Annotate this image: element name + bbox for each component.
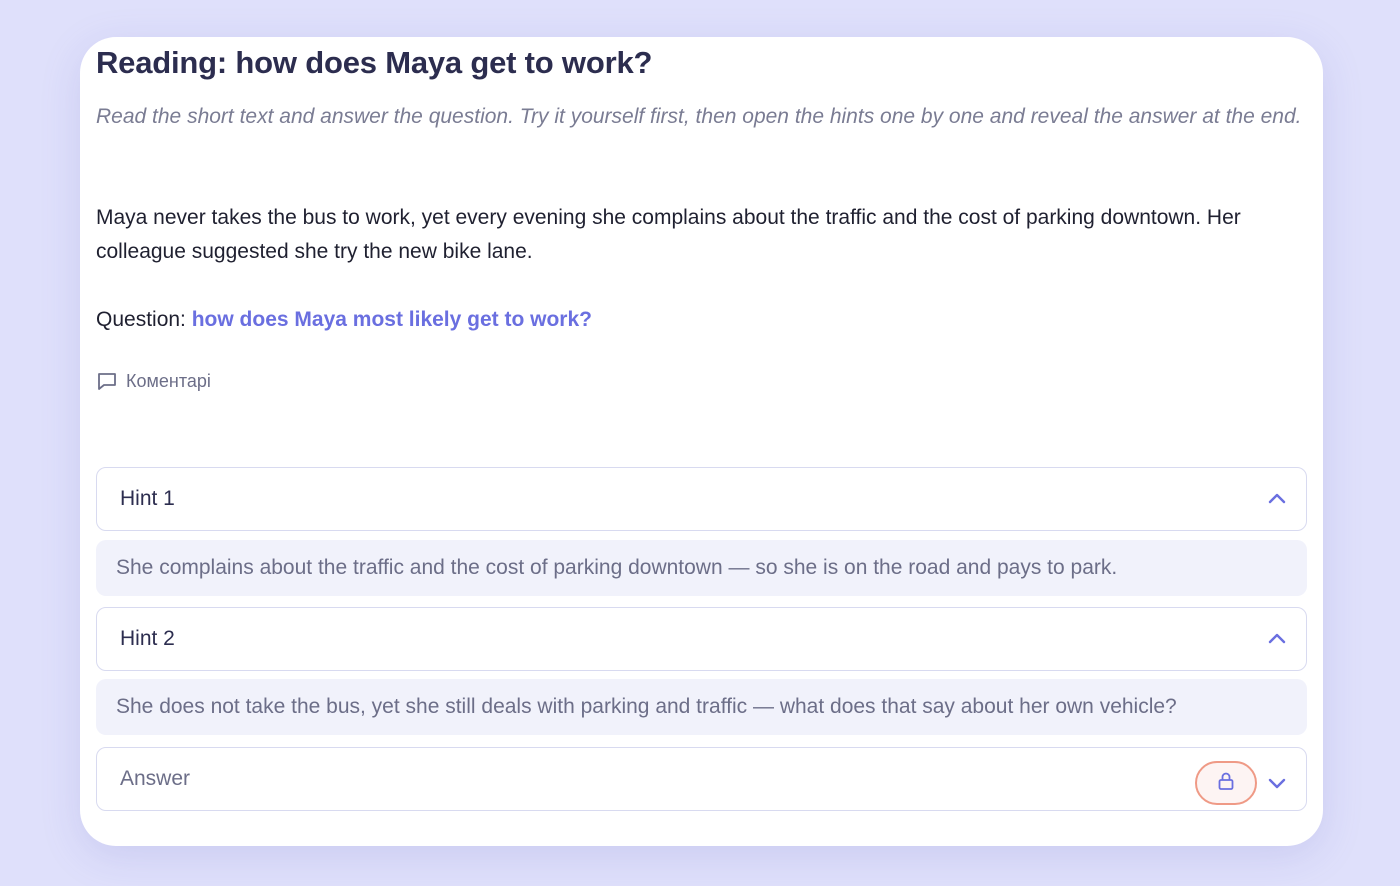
instructions: Read the short text and answer the quest… <box>96 105 1302 128</box>
hint-2-content: She does not take the bus, yet she still… <box>96 679 1307 735</box>
hint-1-header[interactable]: Hint 1 <box>96 467 1307 531</box>
question-link[interactable]: how does Maya most likely get to work? <box>192 308 592 331</box>
hint-1-label: Hint 1 <box>120 487 175 510</box>
answer-label: Answer <box>120 767 191 790</box>
lock-icon <box>1215 770 1237 797</box>
reading-text: Maya never takes the bus to work, yet ev… <box>96 206 1241 263</box>
unlock-answer-button[interactable] <box>1195 761 1257 805</box>
comments-label: Коментарі <box>126 370 211 391</box>
page-title: Reading: how does Maya get to work? <box>96 45 653 80</box>
exercise-card: Reading: how does Maya get to work? Read… <box>80 37 1323 846</box>
comments-button[interactable]: Коментарі <box>96 370 211 392</box>
hint-1-content: She complains about the traffic and the … <box>96 540 1307 596</box>
answer-header[interactable]: Answer <box>96 747 1307 811</box>
chevron-up-icon <box>1266 628 1288 655</box>
chevron-up-icon <box>1266 488 1288 515</box>
question: Question: how does Maya most likely get … <box>96 303 592 337</box>
hint-2-header[interactable]: Hint 2 <box>96 607 1307 671</box>
chevron-down-icon <box>1266 772 1288 799</box>
comment-icon <box>96 370 118 392</box>
question-prefix: Question: <box>96 308 186 331</box>
hint-2-label: Hint 2 <box>120 627 175 650</box>
